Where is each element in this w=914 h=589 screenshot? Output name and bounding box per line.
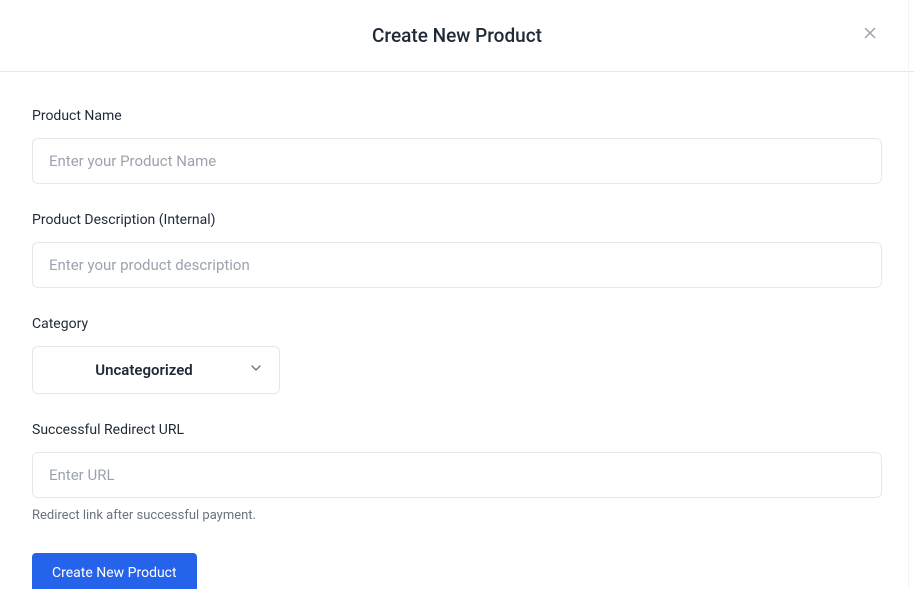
product-name-group: Product Name [32,108,882,184]
right-edge-divider [908,0,914,589]
redirect-url-label: Successful Redirect URL [32,422,882,438]
product-description-label: Product Description (Internal) [32,212,882,228]
category-group: Category Uncategorized [32,316,882,394]
redirect-url-group: Successful Redirect URL Redirect link af… [32,422,882,523]
close-icon [861,24,879,45]
product-name-label: Product Name [32,108,882,124]
redirect-url-help: Redirect link after successful payment. [32,508,882,523]
modal-title: Create New Product [32,24,882,47]
redirect-url-input[interactable] [32,452,882,498]
close-button[interactable] [858,22,882,46]
product-description-input[interactable] [32,242,882,288]
category-label: Category [32,316,882,332]
modal-header: Create New Product [0,0,914,72]
modal-body: Product Name Product Description (Intern… [0,72,914,589]
category-select[interactable]: Uncategorized [32,346,280,394]
create-product-modal: Create New Product Product Name Product … [0,0,914,589]
category-select-wrapper: Uncategorized [32,346,280,394]
product-description-group: Product Description (Internal) [32,212,882,288]
product-name-input[interactable] [32,138,882,184]
create-product-button[interactable]: Create New Product [32,553,197,589]
